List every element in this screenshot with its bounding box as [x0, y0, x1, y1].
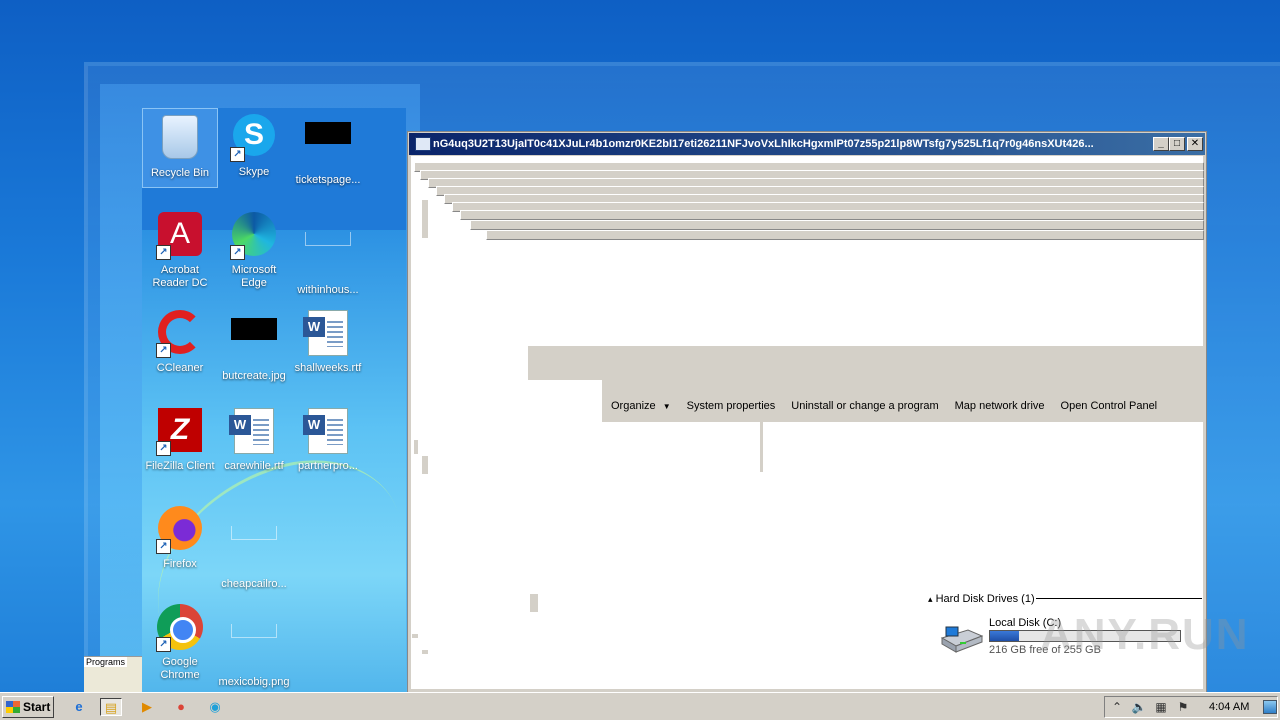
desktop-icon-acrobat[interactable]: A ↗ Acrobat Reader DC — [142, 206, 218, 290]
render-artifact — [460, 210, 1204, 220]
chevron-down-icon: ▼ — [662, 402, 671, 411]
desktop-icon-chrome[interactable]: ↗ Google Chrome — [142, 598, 218, 682]
render-artifact — [530, 594, 538, 612]
word-document-icon: W — [303, 310, 352, 358]
render-artifact — [422, 200, 428, 238]
edge-icon: ↗ — [230, 212, 278, 260]
ccleaner-icon: ↗ — [156, 310, 204, 358]
group-header-label: Hard Disk Drives (1) — [935, 593, 1035, 605]
hard-disk-group-header[interactable]: ▴ Hard Disk Drives (1) — [928, 593, 1035, 605]
action-center-flag-icon[interactable]: ⚑ — [1175, 700, 1191, 714]
image-file-icon — [230, 624, 278, 672]
render-artifact — [528, 380, 602, 422]
desktop-icon-mexicobig[interactable]: mexicobig.png — [216, 598, 292, 689]
desktop-icon-ticketspage[interactable]: ticketspage... — [290, 108, 366, 187]
acrobat-icon: A ↗ — [156, 212, 204, 260]
desktop-icon-cheapcailro[interactable]: cheapcailro... — [216, 500, 292, 591]
show-hidden-icons-icon[interactable]: ⌃ — [1109, 700, 1125, 714]
desktop-icon-butcreate[interactable]: butcreate.jpg — [216, 304, 292, 383]
group-divider — [1036, 598, 1202, 599]
drive-usage-fill — [990, 631, 1020, 641]
start-label: Start — [23, 700, 51, 714]
desktop-icon-skype[interactable]: S ↗ Skype — [216, 108, 292, 179]
skype-icon: S ↗ — [230, 114, 278, 162]
file-explorer-icon[interactable]: ▤ — [100, 698, 122, 716]
organize-button[interactable]: Organize ▼ — [603, 400, 679, 412]
render-artifact — [414, 440, 418, 454]
desktop-icon-label: Google Chrome — [160, 656, 200, 681]
desktop-icon-label: Microsoft Edge — [231, 264, 277, 289]
desktop-icon-label: Recycle Bin — [150, 167, 210, 179]
system-properties-button[interactable]: System properties — [679, 400, 784, 412]
edge-icon[interactable]: ◉ — [204, 698, 226, 716]
desktop-icon-carewhile[interactable]: W carewhile.rtf — [216, 402, 292, 473]
desktop-icon-label: Skype — [238, 166, 270, 178]
file-icon — [304, 122, 352, 170]
desktop-icon-filezilla[interactable]: Z ↗ FileZilla Client — [142, 402, 218, 473]
desktop-icon-label: withinhous... — [297, 284, 359, 296]
anyrun-watermark: ANY.RUN — [1040, 610, 1250, 659]
desktop-icon-label: mexicobig.png — [218, 676, 290, 688]
pane-splitter[interactable] — [760, 422, 763, 472]
collapse-arrow-icon: ▴ — [928, 594, 933, 604]
filezilla-icon: Z ↗ — [156, 408, 204, 456]
desktop-icon-label: butcreate.jpg — [222, 370, 286, 382]
desktop-icon-label: Firefox — [163, 558, 197, 570]
desktop-icon-ccleaner[interactable]: ↗ CCleaner — [142, 304, 218, 375]
map-network-drive-button[interactable]: Map network drive — [947, 400, 1053, 412]
desktop-icon-withinhous[interactable]: withinhous... — [290, 206, 366, 297]
window-title-bar[interactable]: nG4uq3U2T13UjaIT0c41XJuLr4b1omzr0KE2bI17… — [408, 132, 1206, 156]
desktop-icon-label: carewhile.rtf — [224, 460, 284, 472]
computer-icon — [415, 137, 431, 151]
render-artifact — [470, 220, 1204, 230]
open-control-panel-button[interactable]: Open Control Panel — [1053, 400, 1166, 412]
programs-fragment-label: Programs — [84, 657, 128, 667]
desktop-icon-label: cheapcailro... — [221, 578, 287, 590]
desktop-icon-firefox[interactable]: ↗ Firefox — [142, 500, 218, 571]
internet-explorer-icon[interactable]: e — [68, 698, 90, 716]
desktop-icon-label: CCleaner — [156, 362, 204, 374]
word-document-icon: W — [303, 408, 352, 456]
volume-icon[interactable]: 🔈 — [1131, 700, 1147, 714]
desktop-icon-shallweeks[interactable]: W shallweeks.rtf — [290, 304, 366, 375]
desktop-icon-label: ticketspage... — [295, 174, 361, 186]
desktop-icon-edge[interactable]: ↗ Microsoft Edge — [216, 206, 292, 290]
desktop-icon-label: partnerpro... — [298, 460, 358, 472]
render-artifact — [422, 650, 428, 654]
render-artifact — [486, 230, 1204, 240]
command-bar-items: Organize ▼ System properties Uninstall o… — [603, 400, 1165, 412]
firefox-icon: ↗ — [156, 506, 204, 554]
system-tray: ⌃ 🔈 ▦ ⚑ 4:04 AM — [1104, 696, 1278, 718]
chrome-icon[interactable]: ● — [170, 698, 192, 716]
desktop-icon-label: FileZilla Client — [145, 460, 215, 472]
chrome-icon: ↗ — [156, 604, 204, 652]
hard-drive-icon — [940, 626, 984, 653]
window-title: nG4uq3U2T13UjaIT0c41XJuLr4b1omzr0KE2bI17… — [433, 138, 1094, 150]
desktop-icon-recycle-bin[interactable]: Recycle Bin — [142, 108, 218, 188]
close-button[interactable]: ✕ — [1187, 137, 1203, 151]
windows-logo-icon — [6, 701, 20, 713]
render-artifact — [422, 456, 428, 474]
maximize-button[interactable]: □ — [1169, 137, 1185, 151]
organize-label: Organize — [611, 400, 656, 412]
render-artifact — [412, 634, 418, 638]
word-document-icon: W — [229, 408, 278, 456]
desktop-icon-label: shallweeks.rtf — [294, 362, 362, 374]
desktop-icon-partnerpro[interactable]: W partnerpro... — [290, 402, 366, 473]
file-icon — [230, 526, 278, 574]
uninstall-program-button[interactable]: Uninstall or change a program — [783, 400, 946, 412]
desktop-icon-label: Acrobat Reader DC — [152, 264, 208, 289]
file-icon — [304, 232, 352, 280]
show-desktop-button[interactable] — [1263, 700, 1277, 714]
programs-fragment: Programs — [84, 656, 142, 692]
network-icon[interactable]: ▦ — [1153, 700, 1169, 714]
media-player-icon[interactable]: ▶ — [136, 698, 158, 716]
clock[interactable]: 4:04 AM — [1209, 701, 1249, 713]
recycle-bin-icon — [156, 115, 204, 163]
minimize-button[interactable]: _ — [1153, 137, 1169, 151]
image-file-icon — [230, 318, 278, 366]
taskbar: Start e ▤ ▶ ● ◉ ⌃ 🔈 ▦ ⚑ 4:04 AM — [0, 692, 1280, 720]
start-button[interactable]: Start — [2, 696, 54, 718]
